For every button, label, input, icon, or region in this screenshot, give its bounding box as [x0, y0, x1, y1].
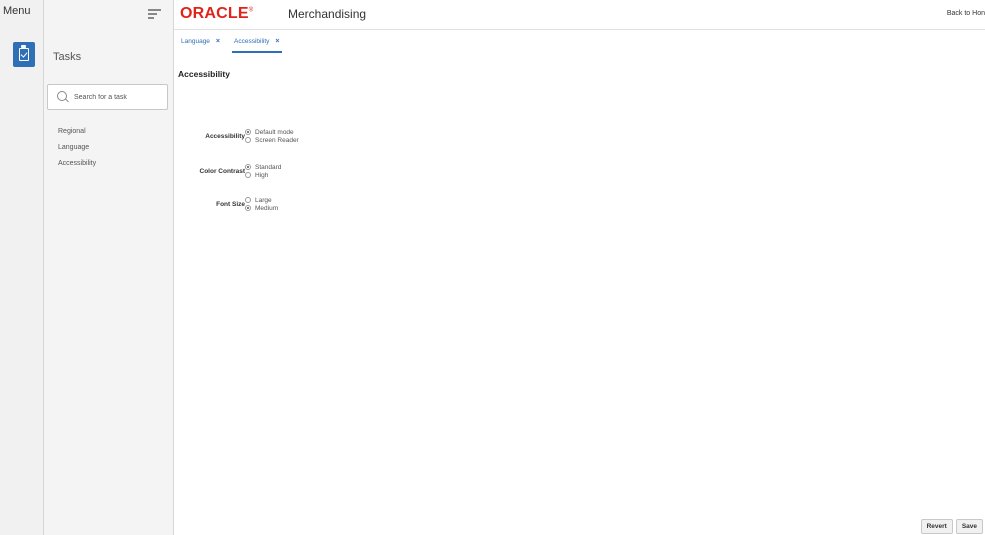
oracle-logo: ORACLE® — [180, 5, 254, 22]
task-item-accessibility[interactable]: Accessibility — [58, 160, 96, 167]
field-label: Font Size — [216, 201, 245, 208]
color-contrast-radio-group: Standard High — [245, 163, 281, 179]
oracle-logo-text: ORACLE — [180, 5, 249, 22]
field-label: Accessibility — [205, 133, 245, 140]
task-search-input[interactable] — [74, 90, 164, 104]
tab-bar: Language × Accessibility × — [174, 31, 287, 53]
option-label: Screen Reader — [255, 136, 299, 144]
radio-button-selected[interactable] — [245, 129, 251, 135]
app-name: Merchandising — [288, 7, 367, 21]
tab-language[interactable]: Language × — [174, 31, 227, 51]
tab-label: Accessibility — [234, 37, 270, 45]
revert-button[interactable]: Revert — [920, 519, 953, 534]
radio-button-selected[interactable] — [245, 205, 251, 211]
tab-label: Language — [181, 37, 210, 45]
radio-button-selected[interactable] — [245, 164, 251, 170]
option-label: Large — [255, 196, 272, 204]
save-button[interactable]: Save — [955, 519, 983, 534]
accessibility-radio-group: Default mode Screen Reader — [245, 128, 299, 144]
radio-button[interactable] — [245, 172, 251, 178]
close-tab-icon[interactable]: × — [275, 38, 279, 45]
radio-option-high[interactable]: High — [245, 171, 281, 179]
collapse-panel-icon[interactable] — [148, 8, 162, 20]
tasks-button[interactable] — [13, 42, 35, 67]
radio-button[interactable] — [245, 197, 251, 203]
radio-button[interactable] — [245, 137, 251, 143]
tasks-title: Tasks — [53, 51, 82, 63]
tab-accessibility[interactable]: Accessibility × — [227, 31, 287, 53]
app-header: ORACLE® Merchandising Back to Hon — [174, 0, 985, 30]
radio-option-screen-reader[interactable]: Screen Reader — [245, 136, 299, 144]
search-icon — [57, 91, 67, 101]
clipboard-check-icon — [19, 45, 29, 61]
option-label: Medium — [255, 204, 279, 212]
navigation-rail: Menu — [0, 0, 44, 535]
font-size-radio-group: Large Medium — [245, 196, 278, 212]
task-search-box[interactable] — [47, 84, 168, 110]
close-tab-icon[interactable]: × — [216, 38, 220, 45]
option-label: High — [255, 171, 269, 179]
field-label: Color Contrast — [199, 168, 246, 175]
radio-option-medium[interactable]: Medium — [245, 204, 278, 212]
page-title: Accessibility — [178, 69, 230, 79]
task-panel: Tasks Regional Language Accessibility — [44, 0, 174, 535]
footer-actions: Revert Save — [920, 519, 983, 534]
option-label: Standard — [255, 163, 282, 171]
task-item-regional[interactable]: Regional — [58, 128, 96, 135]
back-to-home-link[interactable]: Back to Hon — [947, 10, 985, 17]
task-list: Regional Language Accessibility — [58, 128, 96, 176]
radio-option-default-mode[interactable]: Default mode — [245, 128, 299, 136]
option-label: Default mode — [255, 128, 294, 136]
radio-option-standard[interactable]: Standard — [245, 163, 281, 171]
task-item-language[interactable]: Language — [58, 144, 96, 151]
menu-button[interactable]: Menu — [3, 5, 31, 17]
radio-option-large[interactable]: Large — [245, 196, 278, 204]
